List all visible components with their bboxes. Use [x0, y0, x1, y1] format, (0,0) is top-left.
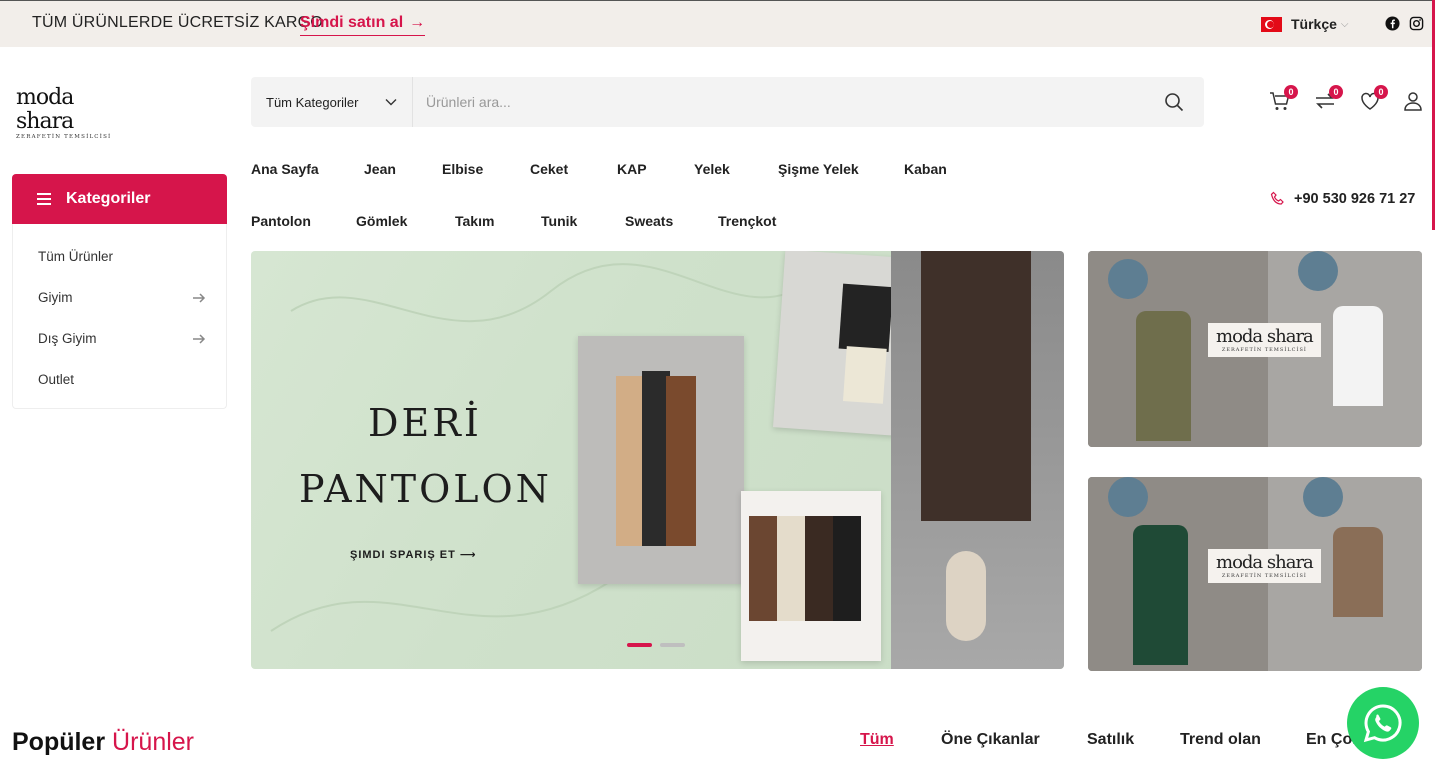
categories-header[interactable]: Kategoriler — [12, 174, 227, 224]
nav-item-ceket[interactable]: Ceket — [530, 161, 568, 177]
phone-contact[interactable]: +90 530 926 71 27 — [1270, 191, 1415, 207]
banner-logo-tagline: ZERAFETİN TEMSİLCİSİ — [1221, 347, 1307, 353]
hero-title-line1: DERİ — [368, 401, 482, 445]
banner-logo-tagline: ZERAFETİN TEMSİLCİSİ — [1221, 573, 1307, 579]
category-item-outlet[interactable]: Outlet — [38, 372, 74, 387]
hero-photo-leather-pants — [891, 251, 1064, 669]
categories-title: Kategoriler — [66, 190, 151, 207]
hero-photo-pants-hanger — [578, 336, 744, 584]
nav-item-jean[interactable]: Jean — [364, 161, 396, 177]
category-select[interactable]: Tüm Kategoriler — [251, 77, 413, 127]
facebook-icon[interactable] — [1385, 16, 1400, 31]
buy-now-label: Şimdi satın al — [300, 14, 404, 31]
menu-icon — [37, 193, 51, 205]
wishlist-count-badge: 0 — [1374, 85, 1388, 99]
banner-logo-name: moda shara — [1216, 552, 1314, 573]
tab-trending[interactable]: Trend olan — [1180, 731, 1261, 749]
tab-all[interactable]: Tüm — [860, 731, 894, 749]
top-bar: TÜM ÜRÜNLERDE ÜCRETSİZ KARGO Şimdi satın… — [0, 0, 1435, 47]
whatsapp-icon — [1363, 704, 1402, 743]
nav-item-gomlek[interactable]: Gömlek — [356, 213, 407, 229]
arrow-right-icon — [193, 293, 206, 303]
arrow-right-icon: → — [409, 14, 426, 31]
promo-banner-2[interactable]: moda shara ZERAFETİN TEMSİLCİSİ — [1088, 477, 1422, 671]
tab-for-sale[interactable]: Satılık — [1087, 731, 1134, 749]
nav-item-pantolon[interactable]: Pantolon — [251, 213, 311, 229]
turkey-flag-icon — [1261, 16, 1282, 32]
tab-featured[interactable]: Öne Çıkanlar — [941, 731, 1040, 749]
instagram-icon[interactable] — [1409, 16, 1424, 31]
whatsapp-button[interactable] — [1347, 687, 1419, 759]
cart-count-badge: 0 — [1284, 85, 1298, 99]
user-icon[interactable] — [1401, 89, 1425, 113]
nav-item-tunik[interactable]: Tunik — [541, 213, 577, 229]
category-select-label: Tüm Kategoriler — [266, 94, 359, 110]
banner-logo: moda shara ZERAFETİN TEMSİLCİSİ — [1208, 549, 1321, 583]
free-shipping-banner: TÜM ÜRÜNLERDE ÜCRETSİZ KARGO — [32, 14, 323, 31]
language-selector[interactable]: Türkçe ⌵ — [1261, 16, 1349, 32]
logo-name: moda shara — [16, 85, 74, 134]
nav-item-takim[interactable]: Takım — [455, 213, 494, 229]
categories-list: Tüm Ürünler Giyim Dış Giyim Outlet — [12, 224, 227, 409]
language-label: Türkçe — [1291, 16, 1337, 32]
chevron-down-icon: ⌵ — [1340, 18, 1349, 30]
category-item-dis-giyim[interactable]: Dış Giyim — [38, 331, 97, 346]
popular-title-bold: Popüler — [12, 728, 106, 756]
popular-title-light: Ürünler — [112, 728, 195, 756]
nav-item-elbise[interactable]: Elbise — [442, 161, 483, 177]
arrow-right-icon — [193, 334, 206, 344]
search-input[interactable] — [426, 89, 1126, 115]
hero-order-button[interactable]: ŞIMDI SPARIŞ ET ⟶ — [350, 548, 477, 561]
compare-count-badge: 0 — [1329, 85, 1343, 99]
hero-photo-pants-row — [741, 491, 881, 661]
banner-logo-name: moda shara — [1216, 326, 1314, 347]
phone-number: +90 530 926 71 27 — [1294, 191, 1416, 207]
hero-title-line2: PANTOLON — [299, 467, 552, 511]
chevron-down-icon — [385, 99, 397, 106]
nav-item-kaban[interactable]: Kaban — [904, 161, 947, 177]
logo-tagline: ZERAFETİN TEMSİLCİSİ — [16, 134, 112, 140]
site-logo[interactable]: moda shara ZERAFETİN TEMSİLCİSİ — [16, 85, 116, 141]
promo-banner-1[interactable]: moda shara ZERAFETİN TEMSİLCİSİ — [1088, 251, 1422, 447]
nav-item-trenckot[interactable]: Trençkot — [718, 213, 776, 229]
nav-item-kap[interactable]: KAP — [617, 161, 647, 177]
nav-item-ana-sayfa[interactable]: Ana Sayfa — [251, 161, 319, 177]
phone-icon — [1270, 191, 1284, 205]
category-item-giyim[interactable]: Giyim — [38, 290, 73, 305]
search-icon[interactable] — [1163, 91, 1185, 113]
hero-slider[interactable]: DERİ PANTOLON ŞIMDI SPARIŞ ET ⟶ — [251, 251, 1064, 669]
nav-item-sweats[interactable]: Sweats — [625, 213, 673, 229]
nav-item-sisme-yelek[interactable]: Şişme Yelek — [778, 161, 859, 177]
category-item-all-products[interactable]: Tüm Ürünler — [38, 249, 113, 264]
popular-products-title: Popüler Ürünler — [12, 728, 194, 757]
nav-item-yelek[interactable]: Yelek — [694, 161, 730, 177]
slider-dot[interactable] — [660, 643, 685, 647]
buy-now-link[interactable]: Şimdi satın al → — [300, 14, 426, 36]
slider-dot-active[interactable] — [627, 643, 652, 647]
search-bar: Tüm Kategoriler — [251, 77, 1204, 127]
banner-logo: moda shara ZERAFETİN TEMSİLCİSİ — [1208, 323, 1321, 357]
